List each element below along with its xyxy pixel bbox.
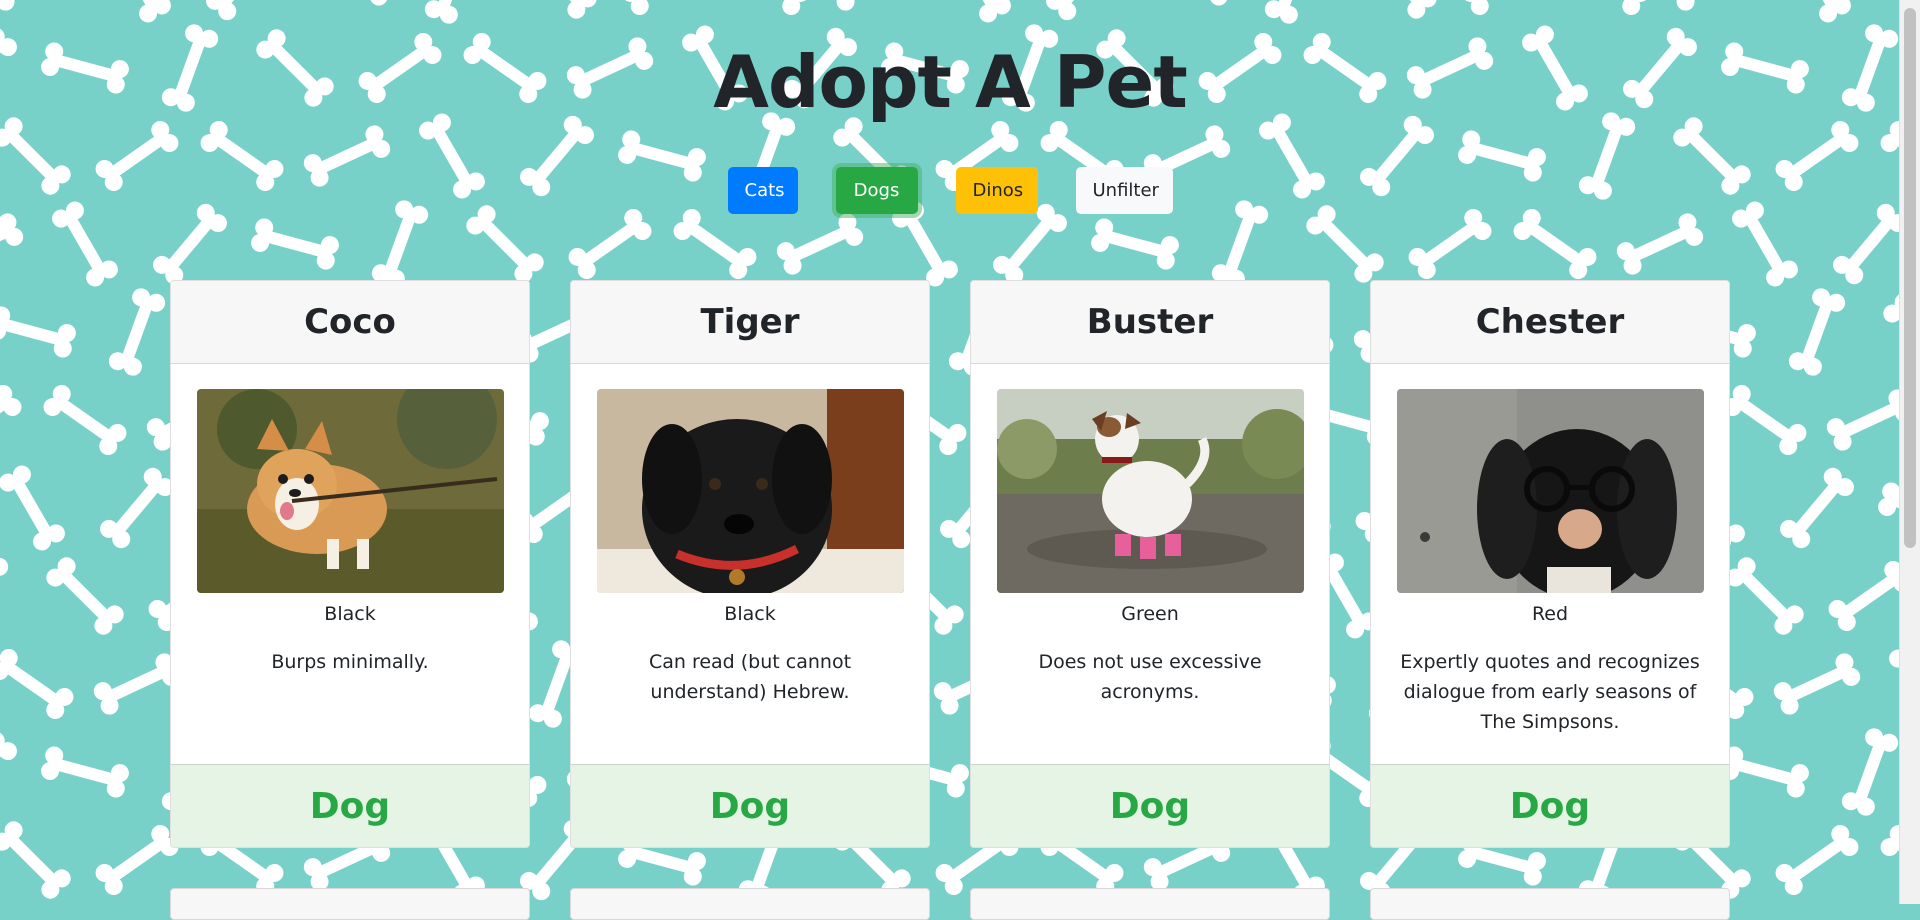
cats-filter-button[interactable]: Cats <box>728 167 798 214</box>
next-row-card <box>970 888 1330 920</box>
scrollbar-thumb[interactable] <box>1904 8 1916 548</box>
page-title: Adopt A Pet <box>0 40 1900 124</box>
dinos-filter-button[interactable]: Dinos <box>956 167 1038 214</box>
pet-type: Dog <box>571 764 929 847</box>
pet-description: Can read (but cannot understand) Hebrew. <box>596 647 904 707</box>
pet-description: Expertly quotes and recognizes dialogue … <box>1396 647 1704 737</box>
pet-color: Black <box>196 603 504 625</box>
pet-type: Dog <box>1371 764 1729 847</box>
dogs-filter-button[interactable]: Dogs <box>836 167 918 214</box>
pet-name: Buster <box>971 281 1329 364</box>
page: Adopt A Pet Cats Dogs Dinos Unfilter Coc… <box>0 0 1900 904</box>
filter-buttons: Cats Dogs Dinos Unfilter <box>0 167 1900 214</box>
pet-type: Dog <box>171 764 529 847</box>
pet-card-body: Red Expertly quotes and recognizes dialo… <box>1371 364 1729 764</box>
pet-name: Chester <box>1371 281 1729 364</box>
pet-color: Green <box>996 603 1304 625</box>
pet-card: Tiger Black Can read (but cannot under <box>570 280 930 848</box>
pet-color: Black <box>596 603 904 625</box>
corgi-photo <box>197 389 504 593</box>
unfilter-button[interactable]: Unfilter <box>1076 167 1173 214</box>
pet-color: Red <box>1396 603 1704 625</box>
pet-card-body: Black Can read (but cannot understand) H… <box>571 364 929 764</box>
pet-name: Tiger <box>571 281 929 364</box>
black-puppy-photo <box>597 389 904 593</box>
vertical-scrollbar[interactable] <box>1899 0 1920 904</box>
pet-card: Chester Red Expertly quotes and recogn <box>1370 280 1730 848</box>
pet-card-body: Green Does not use excessive acronyms. <box>971 364 1329 764</box>
pet-name: Coco <box>171 281 529 364</box>
pet-description: Does not use excessive acronyms. <box>996 647 1304 707</box>
pet-card-list: Coco <box>170 280 1730 848</box>
pet-description: Burps minimally. <box>196 647 504 677</box>
pet-card: Coco <box>170 280 530 848</box>
disguised-dog-photo <box>1397 389 1704 593</box>
pet-card: Buster <box>970 280 1330 848</box>
next-row-card <box>170 888 530 920</box>
next-row-card <box>570 888 930 920</box>
pet-card-body: Black Burps minimally. <box>171 364 529 764</box>
pet-type: Dog <box>971 764 1329 847</box>
next-row-card <box>1370 888 1730 920</box>
terrier-photo <box>997 389 1304 593</box>
